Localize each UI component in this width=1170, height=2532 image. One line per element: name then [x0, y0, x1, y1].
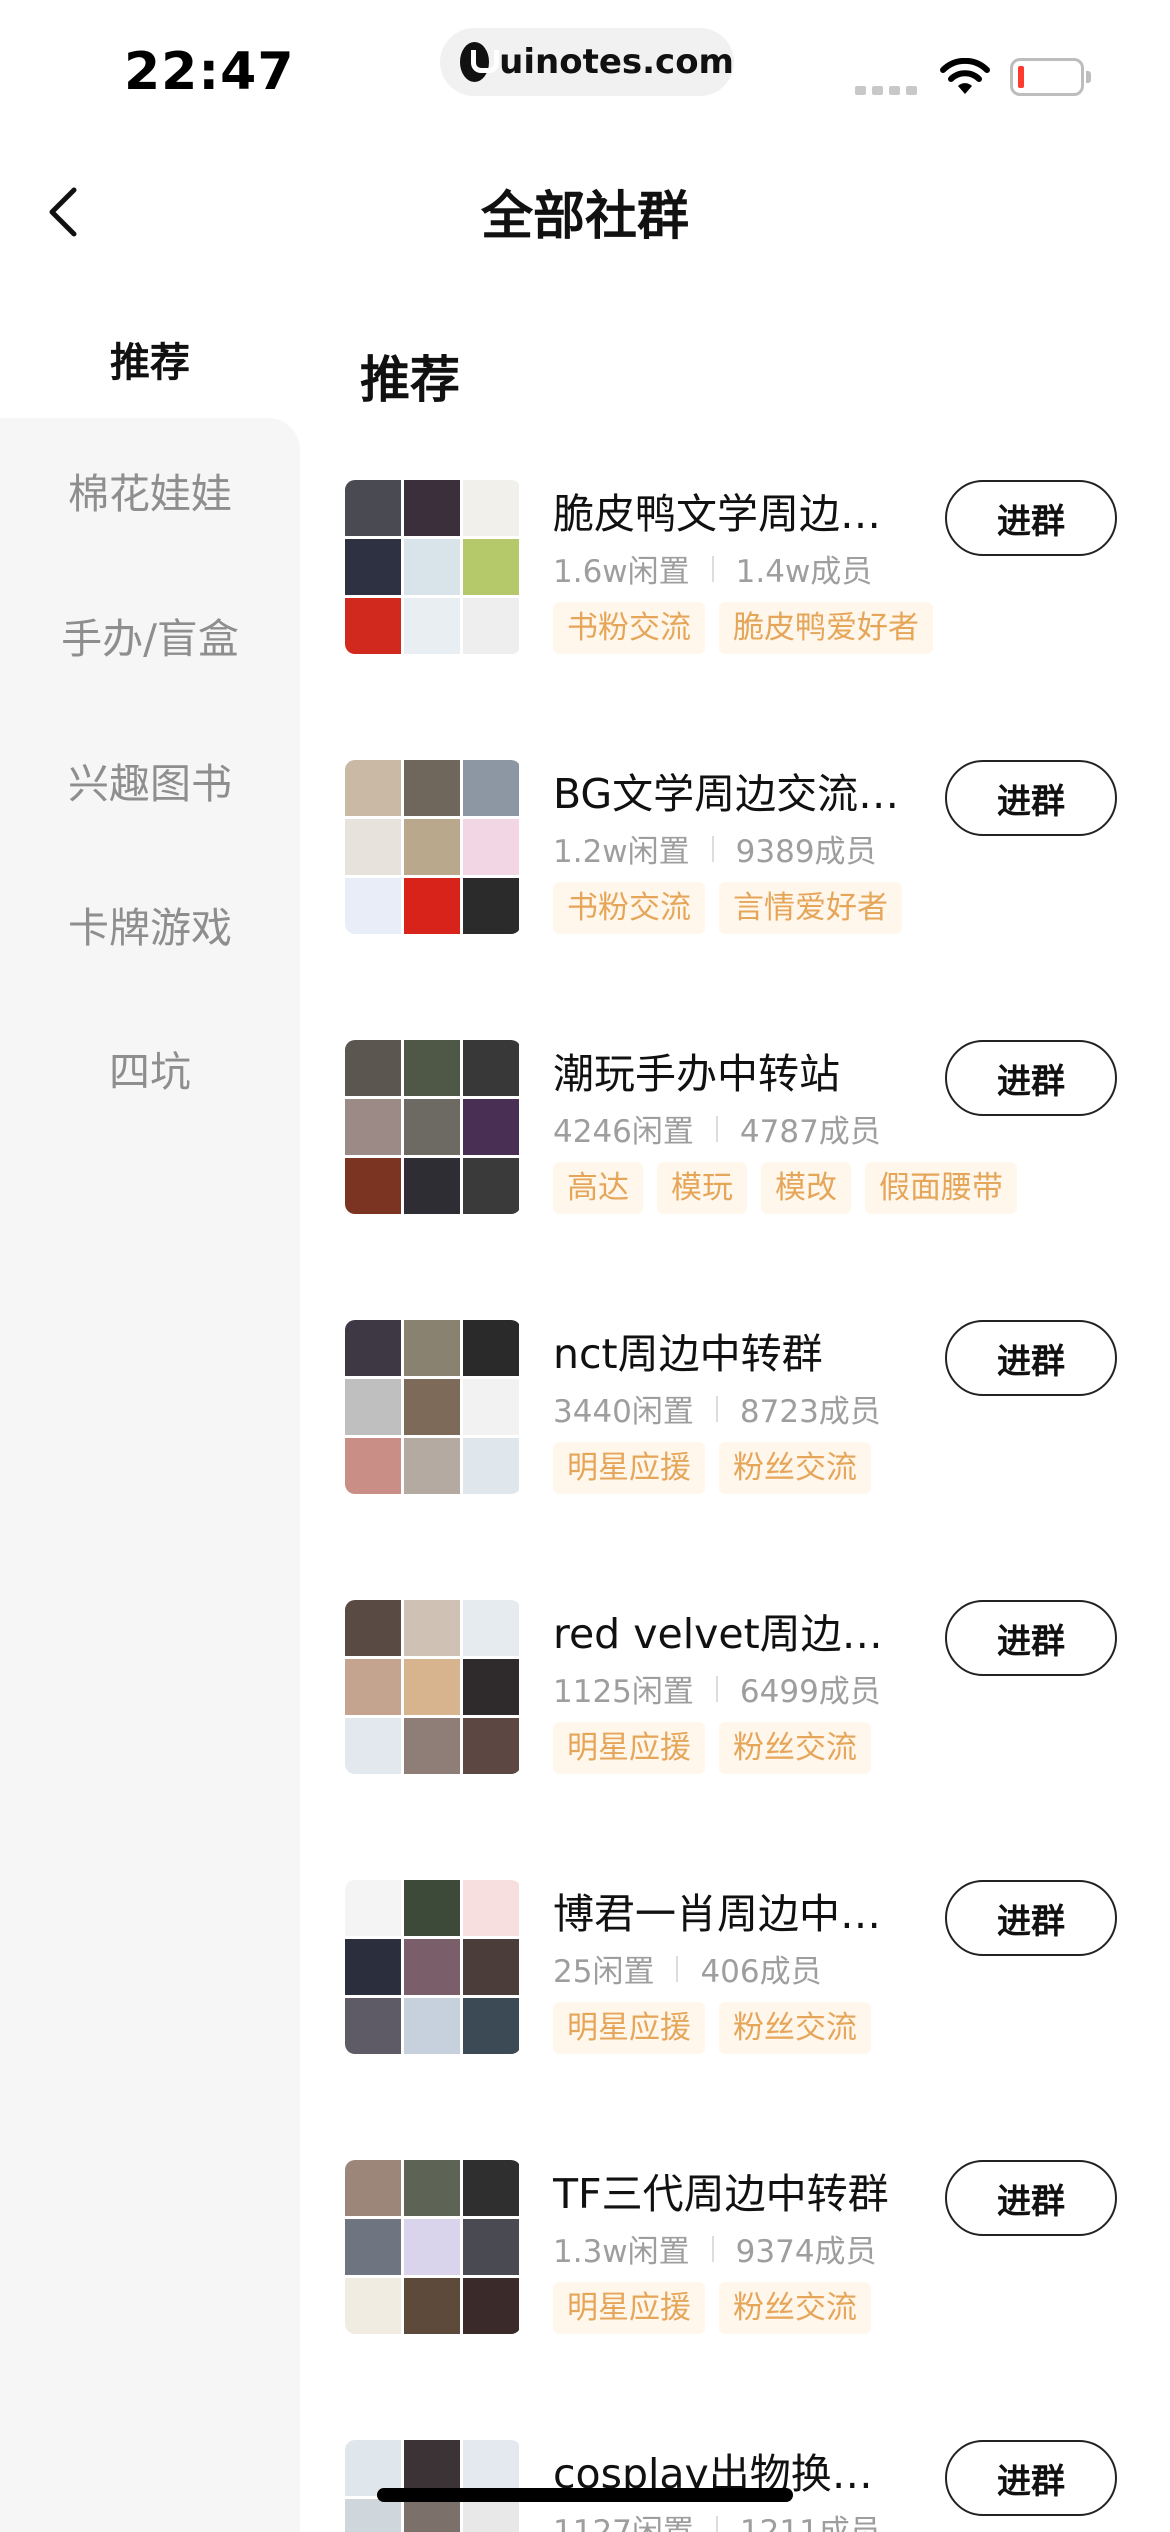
idle-count: 1.2w闲置: [553, 834, 690, 870]
join-group-button[interactable]: 进群: [945, 480, 1117, 556]
group-avatar-grid: [345, 1320, 521, 1494]
group-avatar-grid: [345, 1600, 521, 1774]
member-count: 8723成员: [739, 1394, 881, 1430]
group-tags: 明星应援 粉丝交流: [553, 1722, 871, 1774]
sidebar-item-interest-books[interactable]: 兴趣图书: [0, 750, 300, 810]
idle-count: 3440闲置: [553, 1394, 694, 1430]
group-tag: 言情爱好者: [719, 882, 902, 934]
group-tag: 脆皮鸭爱好者: [719, 602, 933, 654]
group-tags: 明星应援 粉丝交流: [553, 1442, 871, 1494]
page-title: 全部社群: [480, 187, 689, 247]
url-text: uinotes.com: [499, 42, 734, 82]
join-group-button[interactable]: 进群: [945, 2440, 1117, 2516]
group-name: 脆皮鸭文学周边…: [553, 490, 881, 538]
join-group-button[interactable]: 进群: [945, 1880, 1117, 1956]
sidebar-item-cotton-dolls[interactable]: 棉花娃娃: [0, 460, 300, 520]
group-stats: 1.2w闲置 9389成员: [553, 826, 877, 871]
group-avatar-grid: [345, 760, 521, 934]
join-group-button[interactable]: 进群: [945, 2160, 1117, 2236]
group-tag: 粉丝交流: [719, 2002, 871, 2054]
join-group-button[interactable]: 进群: [945, 1040, 1117, 1116]
group-tag: 模玩: [657, 1162, 747, 1214]
group-stats: 1.3w闲置 9374成员: [553, 2226, 877, 2271]
sidebar-item-figures-blindbox[interactable]: 手办/盲盒: [0, 605, 300, 665]
member-count: 4787成员: [739, 1114, 881, 1150]
nav-bar: 全部社群: [0, 140, 1170, 270]
member-count: 9374成员: [735, 2234, 877, 2270]
group-tag: 模改: [761, 1162, 851, 1214]
battery-icon: [1010, 58, 1091, 96]
group-tag: 高达: [553, 1162, 643, 1214]
group-avatar-grid: [345, 2440, 521, 2532]
group-avatar-grid: [345, 1880, 521, 2054]
idle-count: 4246闲置: [553, 1114, 694, 1150]
group-stats: 1.6w闲置 1.4w成员: [553, 546, 872, 591]
home-indicator: [377, 2488, 793, 2502]
group-tags: 书粉交流 言情爱好者: [553, 882, 902, 934]
member-count: 1211成员: [739, 2514, 881, 2532]
group-stats: 1125闲置 6499成员: [553, 1666, 881, 1711]
category-sidebar: 推荐 棉花娃娃 手办/盲盒 兴趣图书 卡牌游戏 四坑: [0, 300, 300, 2532]
group-row[interactable]: BG文学周边交流… 1.2w闲置 9389成员 书粉交流 言情爱好者 进群: [345, 760, 1170, 940]
group-row[interactable]: nct周边中转群 3440闲置 8723成员 明星应援 粉丝交流 进群: [345, 1320, 1170, 1500]
group-name: 博君一肖周边中…: [553, 1890, 881, 1938]
sidebar-background: [0, 418, 300, 2532]
group-tags: 明星应援 粉丝交流: [553, 2002, 871, 2054]
group-tag: 明星应援: [553, 2282, 705, 2334]
member-count: 406成员: [700, 1954, 822, 1990]
group-tag: 书粉交流: [553, 602, 705, 654]
status-bar: 22:47 uinotes.com: [0, 0, 1170, 130]
group-stats: 3440闲置 8723成员: [553, 1386, 881, 1431]
group-name: TF三代周边中转群: [553, 2170, 889, 2218]
group-row[interactable]: 脆皮鸭文学周边… 1.6w闲置 1.4w成员 书粉交流 脆皮鸭爱好者 进群: [345, 480, 1170, 660]
group-tags: 高达 模玩 模改 假面腰带: [553, 1162, 1017, 1214]
group-name: red velvet周边中…: [553, 1610, 913, 1658]
group-tag: 明星应援: [553, 2002, 705, 2054]
group-row[interactable]: TF三代周边中转群 1.3w闲置 9374成员 明星应援 粉丝交流 进群: [345, 2160, 1170, 2340]
group-tag: 粉丝交流: [719, 1442, 871, 1494]
group-row[interactable]: 潮玩手办中转站 4246闲置 4787成员 高达 模玩 模改 假面腰带 进群: [345, 1040, 1170, 1220]
status-time: 22:47: [124, 42, 295, 102]
sidebar-item-recommended[interactable]: 推荐: [0, 300, 300, 418]
group-tags: 明星应援 粉丝交流: [553, 2282, 871, 2334]
group-avatar-grid: [345, 480, 521, 654]
group-tag: 明星应援: [553, 1722, 705, 1774]
group-stats: 25闲置 406成员: [553, 1946, 822, 1991]
join-group-button[interactable]: 进群: [945, 1320, 1117, 1396]
url-pill[interactable]: uinotes.com: [440, 28, 734, 96]
site-logo-icon: [460, 42, 500, 82]
section-title: 推荐: [360, 351, 460, 409]
group-name: BG文学周边交流…: [553, 770, 900, 818]
group-name: 潮玩手办中转站: [553, 1050, 840, 1098]
group-row[interactable]: red velvet周边中… 1125闲置 6499成员 明星应援 粉丝交流 进群: [345, 1600, 1170, 1780]
group-name: nct周边中转群: [553, 1330, 823, 1378]
sidebar-item-card-games[interactable]: 卡牌游戏: [0, 894, 300, 954]
join-group-button[interactable]: 进群: [945, 760, 1117, 836]
group-avatar-grid: [345, 1040, 521, 1214]
sidebar-item-four-hobbies[interactable]: 四坑: [0, 1038, 300, 1098]
member-count: 9389成员: [735, 834, 877, 870]
idle-count: 1125闲置: [553, 1674, 694, 1710]
group-stats: 1127闲置 1211成员: [553, 2506, 881, 2532]
member-count: 6499成员: [739, 1674, 881, 1710]
group-tags: 书粉交流 脆皮鸭爱好者: [553, 602, 933, 654]
group-stats: 4246闲置 4787成员: [553, 1106, 881, 1151]
group-tag: 粉丝交流: [719, 2282, 871, 2334]
wifi-icon: [940, 58, 990, 94]
idle-count: 1127闲置: [553, 2514, 694, 2532]
idle-count: 1.6w闲置: [553, 554, 690, 590]
member-count: 1.4w成员: [735, 554, 873, 590]
group-row[interactable]: cosplay出物换物… 1127闲置 1211成员 进群: [345, 2440, 1170, 2532]
group-tag: 明星应援: [553, 1442, 705, 1494]
signal-icon: [855, 86, 917, 95]
join-group-button[interactable]: 进群: [945, 1600, 1117, 1676]
group-tag: 书粉交流: [553, 882, 705, 934]
group-tag: 假面腰带: [865, 1162, 1017, 1214]
group-row[interactable]: 博君一肖周边中… 25闲置 406成员 明星应援 粉丝交流 进群: [345, 1880, 1170, 2060]
group-avatar-grid: [345, 2160, 521, 2334]
group-tag: 粉丝交流: [719, 1722, 871, 1774]
idle-count: 1.3w闲置: [553, 2234, 690, 2270]
idle-count: 25闲置: [553, 1954, 655, 1990]
